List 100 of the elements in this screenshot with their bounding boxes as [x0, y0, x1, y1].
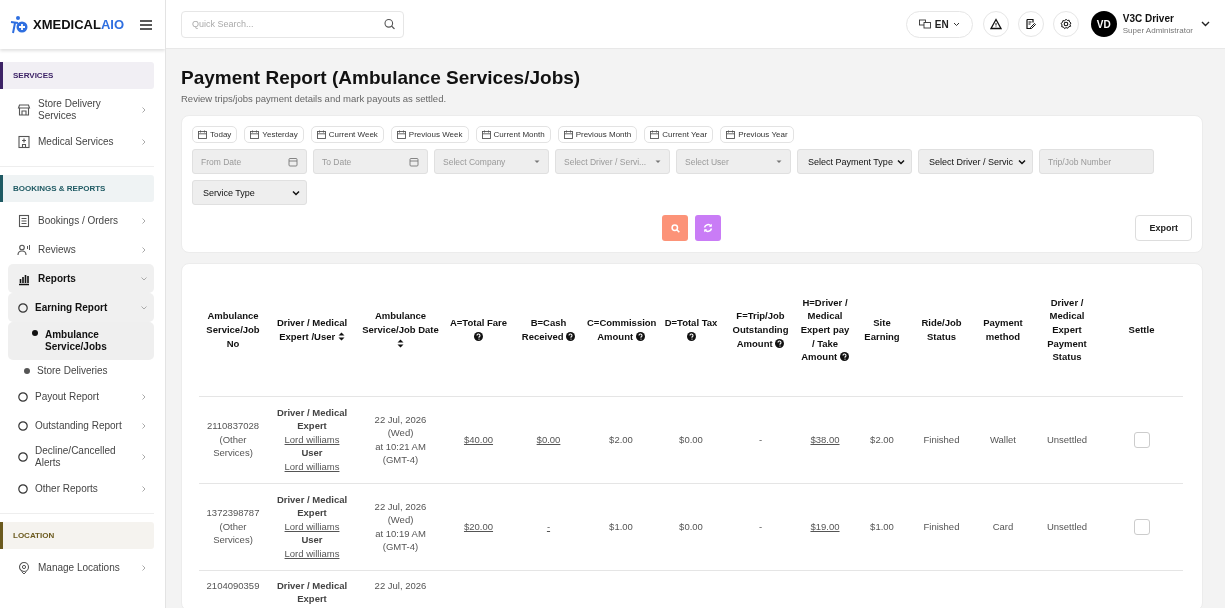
sidebar-item[interactable]: Bookings / Orders [0, 206, 154, 235]
date-range-button[interactable]: Current Year [644, 126, 714, 143]
text-field[interactable]: Trip/Job Number [1039, 149, 1154, 174]
settle-checkbox[interactable] [1133, 431, 1150, 448]
settings-button[interactable] [1052, 11, 1079, 37]
column-header: C=Commission Amount [584, 264, 658, 396]
alerts-button[interactable] [982, 11, 1009, 37]
chevron-down-icon [897, 158, 905, 165]
sidebar-item[interactable]: Ambulance Service/Jobs [8, 322, 154, 360]
cash-link[interactable]: $0.00 [536, 432, 561, 447]
calendar-icon [409, 156, 419, 167]
circle-icon [18, 483, 28, 494]
cash-link[interactable]: - [546, 519, 551, 534]
user-role: Super Administrator [1122, 26, 1193, 35]
sidebar-item[interactable]: Payout Report [0, 382, 154, 411]
job-date: (Wed) [387, 513, 414, 527]
site-earning: $2.00 [870, 433, 894, 445]
dropdown-field[interactable]: Select Driver / Servic [918, 149, 1033, 174]
logo-icon [9, 14, 29, 35]
sidebar-item[interactable]: Outstanding Report [0, 411, 154, 440]
chevron-down-icon [292, 189, 300, 196]
user-menu-button[interactable] [1201, 21, 1210, 27]
chevron-down-icon [1018, 158, 1026, 165]
driver-pay-link[interactable]: $38.00 [810, 432, 840, 447]
bullet-icon [24, 368, 30, 374]
help-icon [686, 331, 696, 341]
section-title: LOCATION [0, 522, 154, 549]
job-number: 1372398787 [206, 506, 260, 520]
date-range-button[interactable]: Today [192, 126, 238, 143]
column-header: Driver / Medical Expert Payment Status [1034, 264, 1100, 396]
driver-pay-link[interactable]: $19.00 [810, 519, 840, 534]
store-icon [17, 103, 31, 117]
sidebar-item[interactable]: Store Delivery Services [0, 93, 154, 127]
help-icon [566, 331, 576, 341]
notes-button[interactable] [1017, 11, 1044, 37]
calendar-icon [563, 130, 573, 139]
user-label: User [301, 446, 323, 460]
job-date: 22 Jul, 2026 [374, 499, 427, 513]
calendar-icon [198, 130, 207, 139]
column-header: F=Trip/Job Outstanding Amount [724, 264, 797, 396]
sidebar-item[interactable]: Earning Report [8, 293, 154, 322]
job-date: (Wed) [387, 426, 414, 440]
sidebar-item[interactable]: Reviews [0, 235, 154, 264]
user-name-link[interactable]: Lord williams [284, 546, 340, 561]
date-range-button[interactable]: Previous Year [720, 126, 794, 143]
translate-icon [918, 19, 931, 29]
chevron-right-icon [140, 106, 148, 114]
tax-amount: $0.00 [679, 433, 703, 445]
calendar-icon [316, 130, 326, 139]
sidebar-item[interactable]: Store Deliveries [0, 360, 154, 382]
calendar-icon [726, 130, 736, 139]
job-date: 22 Jul, 2026 [374, 412, 427, 426]
language-selector[interactable]: EN [905, 10, 973, 38]
brand-name: XMEDICALAIO [33, 17, 125, 32]
dropdown-field[interactable]: Select Payment Type [797, 149, 912, 174]
chevron-right-icon [140, 484, 148, 493]
date-range-button[interactable]: Yesterday [244, 126, 304, 143]
section-title: SERVICES [0, 62, 154, 89]
sidebar-item[interactable]: Reports [8, 264, 154, 293]
chevron-right-icon [140, 137, 148, 146]
chevron-right-icon [140, 453, 148, 461]
person-icon [17, 242, 31, 257]
column-header: D=Total Tax [658, 264, 724, 396]
settle-checkbox[interactable] [1133, 518, 1150, 535]
edit-icon [1024, 18, 1037, 30]
chevron-right-icon [140, 245, 148, 254]
commission-amount: $1.00 [609, 520, 633, 532]
column-header[interactable]: Driver / Medical Expert /User [267, 264, 357, 396]
fare-link[interactable]: $20.00 [463, 519, 494, 534]
column-header: Ambulance Service/Job No [199, 264, 267, 396]
date-field[interactable]: From Date [192, 149, 307, 174]
user-name: V3C Driver [1122, 13, 1175, 24]
sidebar-item[interactable]: Medical Services [0, 127, 154, 156]
user-name-link[interactable]: Lord williams [284, 459, 340, 474]
payout-status: Unsettled [1046, 433, 1088, 445]
export-button[interactable]: Export [1135, 215, 1192, 241]
date-range-button[interactable]: Current Week [310, 126, 384, 143]
expert-name-link[interactable]: Lord williams [284, 432, 340, 447]
menu-button[interactable] [139, 18, 153, 31]
sidebar-item[interactable]: Other Reports [0, 474, 154, 503]
search-field[interactable]: Quick Search... [181, 10, 404, 38]
column-header: Settle [1100, 264, 1183, 396]
column-header[interactable]: Ambulance Service/Job Date [357, 264, 444, 396]
column-header: B=Cash Received [513, 264, 584, 396]
calendar-icon [396, 130, 406, 139]
sidebar-item[interactable]: Decline/Cancelled Alerts [0, 440, 154, 474]
date-range-button[interactable]: Current Month [475, 126, 551, 143]
date-field[interactable]: To Date [313, 149, 428, 174]
date-range-button[interactable]: Previous Month [557, 126, 638, 143]
job-number: 2104090359 [206, 578, 260, 592]
job-status: Finished [923, 433, 960, 445]
circle-icon [18, 420, 28, 431]
dropdown-field[interactable]: Service Type [192, 180, 307, 205]
page-title: Payment Report (Ambulance Services/Jobs) [181, 67, 582, 89]
fare-link[interactable]: $40.00 [463, 432, 494, 447]
expert-name-link[interactable]: Lord williams [284, 519, 340, 534]
date-range-button[interactable]: Previous Week [390, 126, 469, 143]
column-header: Site Earning [853, 264, 911, 396]
job-date: (GMT-4) [382, 453, 419, 467]
sidebar-item[interactable]: Manage Locations [0, 553, 154, 582]
